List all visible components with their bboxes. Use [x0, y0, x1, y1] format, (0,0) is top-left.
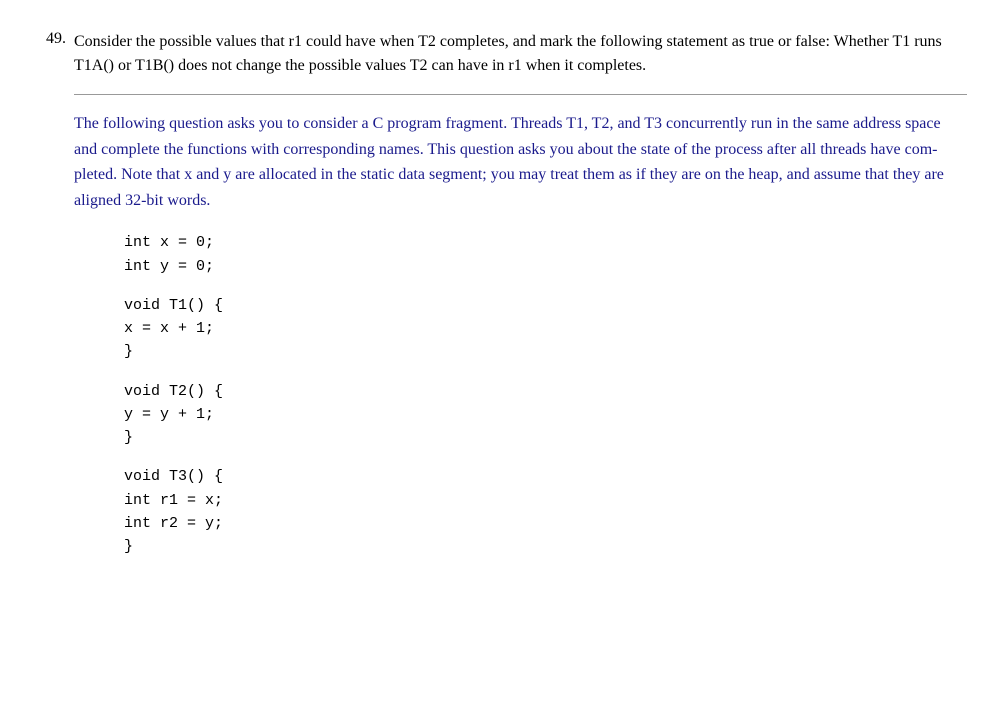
t2-header: void T2() { [124, 380, 967, 403]
question-text: Consider the possible values that r1 cou… [74, 30, 967, 78]
t3-body-line2: int r2 = y; [124, 512, 967, 535]
context-block: The following question asks you to consi… [74, 111, 967, 558]
global-y: int y = 0; [124, 255, 967, 278]
t3-close: } [124, 535, 967, 558]
t2-close: } [124, 426, 967, 449]
globals-section: int x = 0; int y = 0; [124, 231, 967, 278]
t2-section: void T2() { y = y + 1; } [124, 380, 967, 450]
t3-header: void T3() { [124, 465, 967, 488]
question-header: 49. Consider the possible values that r1… [30, 30, 967, 78]
t2-body: y = y + 1; [124, 403, 967, 426]
question-block: 49. Consider the possible values that r1… [30, 20, 967, 588]
question-number: 49. [30, 30, 66, 48]
context-text: The following question asks you to consi… [74, 111, 967, 213]
code-block: int x = 0; int y = 0; void T1() { x = x … [124, 231, 967, 558]
t3-section: void T3() { int r1 = x; int r2 = y; } [124, 465, 967, 558]
t1-header: void T1() { [124, 294, 967, 317]
t1-close: } [124, 340, 967, 363]
t1-body: x = x + 1; [124, 317, 967, 340]
divider [74, 94, 967, 95]
t1-section: void T1() { x = x + 1; } [124, 294, 967, 364]
t3-body-line1: int r1 = x; [124, 489, 967, 512]
global-x: int x = 0; [124, 231, 967, 254]
